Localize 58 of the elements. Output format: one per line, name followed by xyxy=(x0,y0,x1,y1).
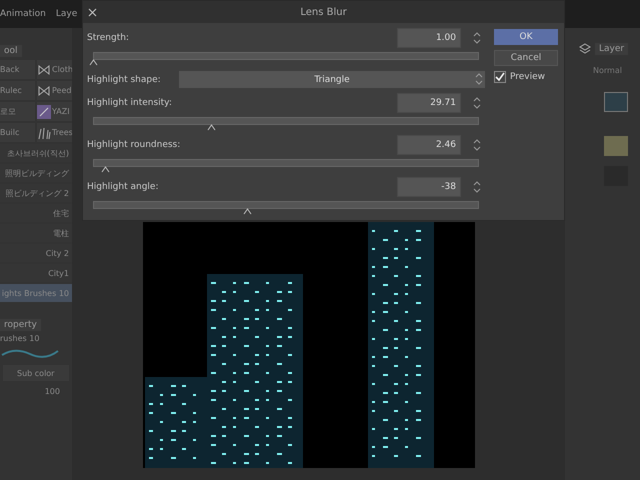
size-value[interactable]: 100 xyxy=(0,387,72,396)
cancel-button[interactable]: Cancel xyxy=(494,50,558,66)
menu-item[interactable]: Laye xyxy=(56,9,78,19)
grass-icon xyxy=(37,126,51,140)
menu-item[interactable]: Animation xyxy=(0,9,46,19)
field-label: Highlight angle: xyxy=(87,182,160,192)
brush-tile[interactable]: Cloth xyxy=(37,60,72,79)
pen-icon xyxy=(37,104,51,118)
number-field[interactable]: 2.46 xyxy=(397,134,461,154)
layer-thumbnail[interactable] xyxy=(604,136,628,156)
brush-tile[interactable]: Rulec xyxy=(0,81,35,100)
checkbox-label: Preview xyxy=(510,72,546,82)
panel-tab[interactable]: ool xyxy=(0,45,22,57)
brush-tile[interactable]: Builc xyxy=(0,123,35,142)
close-icon xyxy=(88,8,97,16)
bow-icon xyxy=(37,84,51,98)
color-mode-select[interactable]: Sub color xyxy=(3,365,69,381)
layer-thumbnail[interactable] xyxy=(604,92,628,112)
spinner-icon xyxy=(473,32,481,44)
slider-thumb[interactable] xyxy=(89,59,98,66)
brush-tile[interactable]: 로모 xyxy=(0,102,35,121)
brush-label: Cloth xyxy=(52,65,72,74)
brush-label: Builc xyxy=(0,128,20,137)
bow-icon xyxy=(37,62,51,76)
spinner-icon xyxy=(473,180,481,192)
field-label: Highlight intensity: xyxy=(87,98,173,108)
slider-thumb[interactable] xyxy=(242,208,252,215)
brush-label: 로모 xyxy=(0,106,16,117)
preview-checkbox[interactable] xyxy=(494,71,506,83)
field-label: Highlight shape: xyxy=(87,74,162,84)
brush-tile[interactable]: Back xyxy=(0,60,35,79)
spinner-icon xyxy=(473,96,481,108)
brush-label: Rulec xyxy=(0,86,22,95)
checkmark-icon xyxy=(495,72,505,82)
field-label: Highlight roundness: xyxy=(87,140,182,150)
number-field[interactable]: 1.00 xyxy=(397,28,461,48)
number-field[interactable]: 29.71 xyxy=(397,92,461,112)
layers-icon xyxy=(579,43,591,55)
number-field[interactable]: -38 xyxy=(397,176,461,196)
close-button[interactable] xyxy=(88,8,97,16)
spinner-icon xyxy=(473,138,481,150)
brush-tile[interactable]: Peed xyxy=(37,81,72,100)
brush-label: Back xyxy=(0,65,20,74)
brush-label: Peed xyxy=(52,86,72,95)
shape-select[interactable]: Triangle xyxy=(179,71,485,88)
spinner-icon xyxy=(475,73,483,85)
brush-label: YAZI xyxy=(52,107,70,116)
slider-thumb[interactable] xyxy=(100,166,110,173)
brush-name: rushes 10 xyxy=(0,334,40,343)
field-label: Strength: xyxy=(87,32,130,42)
brush-item[interactable]: ights Brushes 10 xyxy=(0,284,72,302)
dialog-title: Lens Blur xyxy=(299,6,348,18)
blend-mode-select[interactable]: Normal xyxy=(579,66,636,82)
panel-tab[interactable]: Layer xyxy=(595,43,628,55)
panel-tab[interactable]: roperty xyxy=(0,319,41,331)
slider-thumb[interactable] xyxy=(207,124,216,131)
brush-tile[interactable]: YAZI xyxy=(37,102,72,121)
ok-button[interactable]: OK xyxy=(494,29,558,45)
